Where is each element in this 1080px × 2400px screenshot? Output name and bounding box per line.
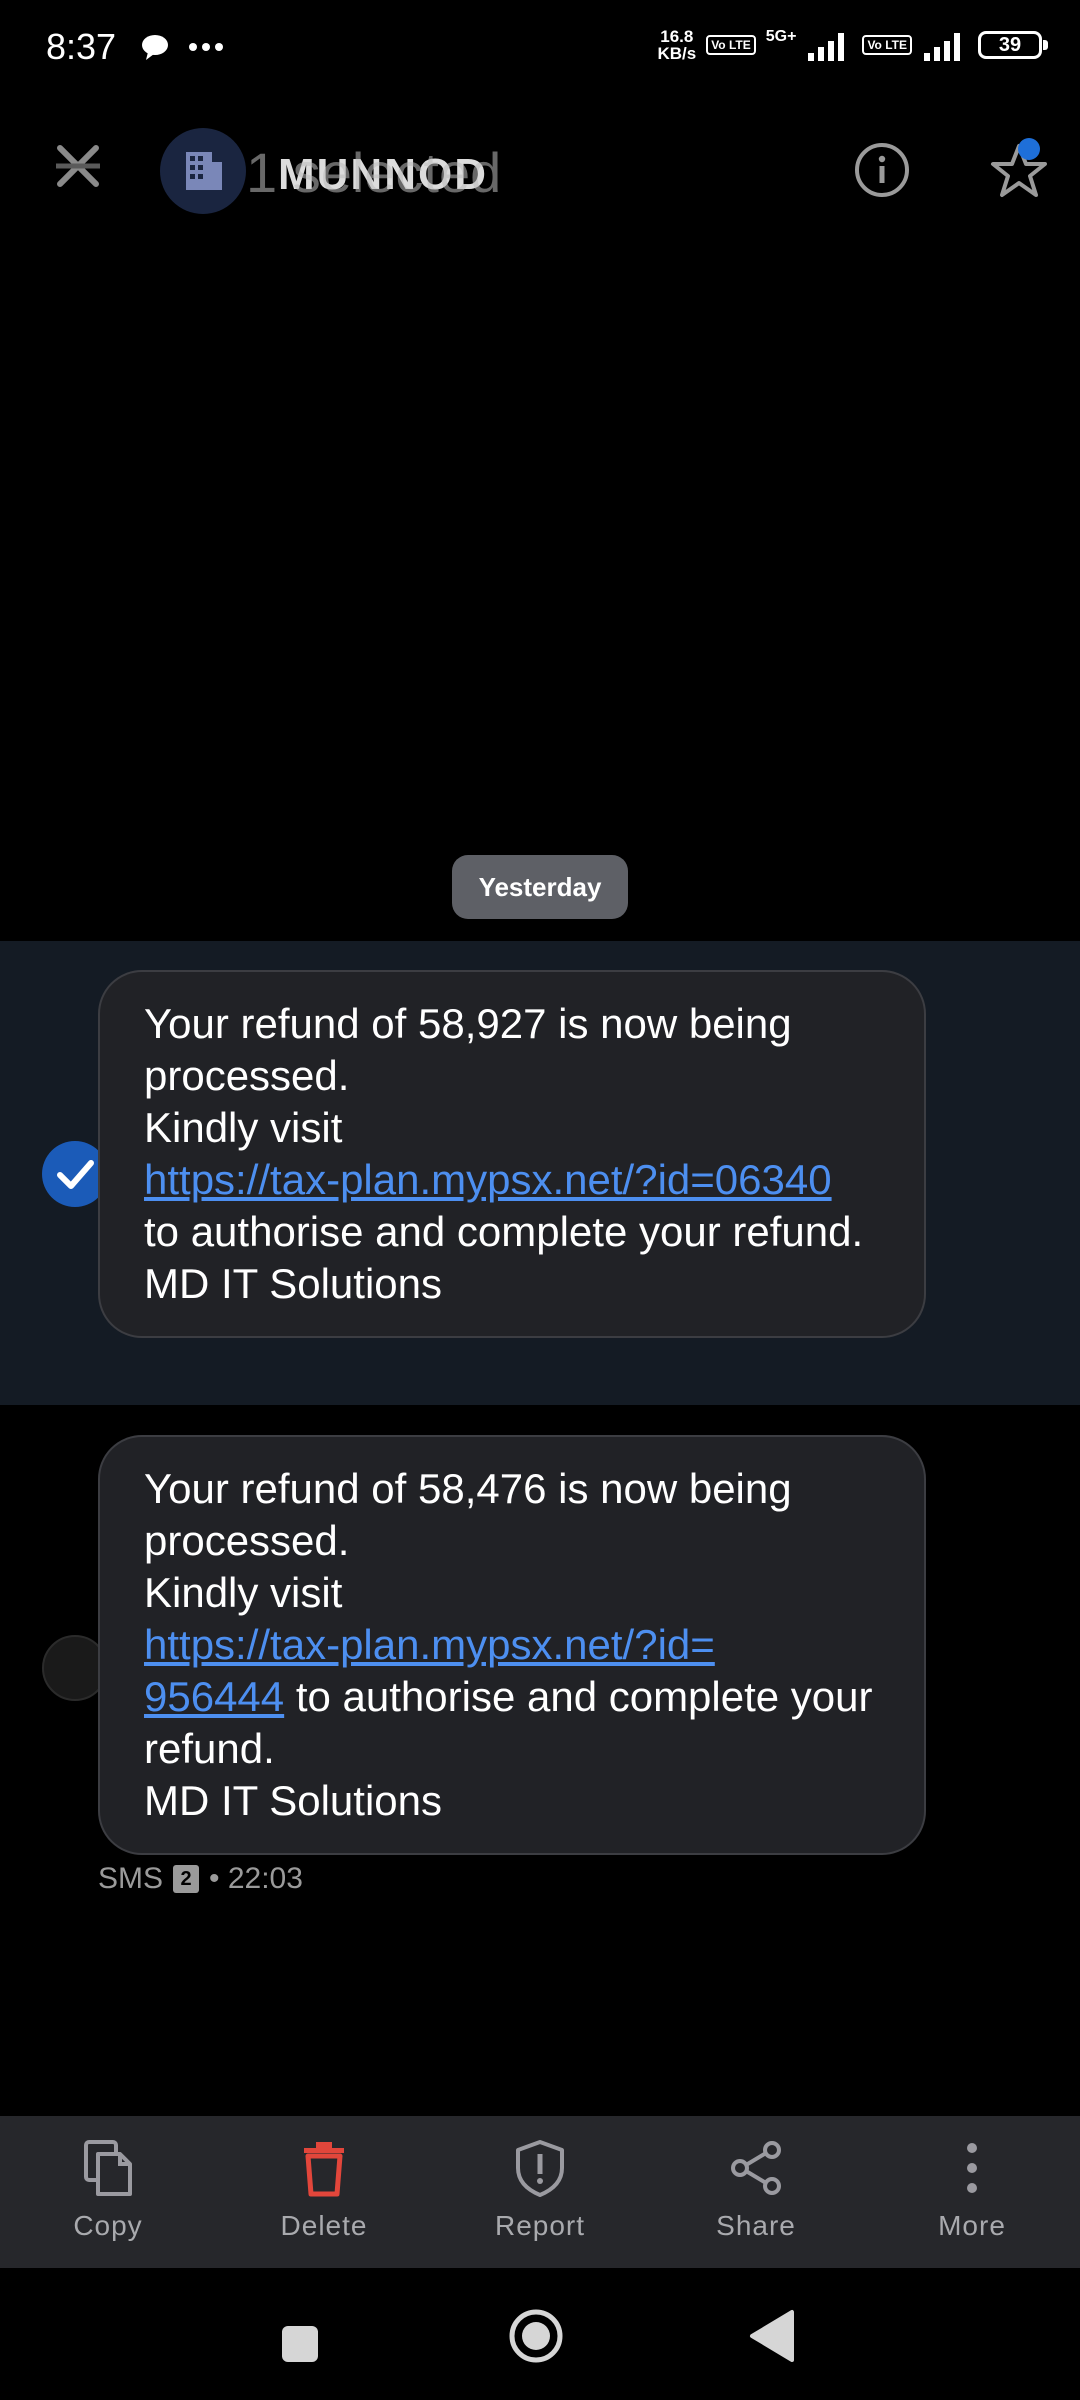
message-time: • 22:03 (209, 1862, 303, 1895)
close-icon[interactable] (42, 130, 114, 202)
message-text: Kindly visit (144, 1104, 343, 1151)
message-row[interactable]: Your refund of 58,476 is now being proce… (0, 1405, 1080, 1865)
report-icon (516, 2140, 564, 2197)
info-icon[interactable] (852, 140, 912, 200)
share-button[interactable]: Share (648, 2116, 864, 2268)
more-button[interactable]: More (864, 2116, 1080, 2268)
share-icon (731, 2141, 781, 2195)
top-app-bar: MUNNOD 1 selected (0, 100, 1080, 240)
status-bar: 8:37 16.8 KB/s Vo LTE 5G+ Vo LTE 39 (0, 0, 1080, 100)
date-divider: Yesterday (452, 855, 628, 919)
signal-icon-2 (924, 33, 960, 61)
status-time: 8:37 (46, 26, 117, 67)
delete-icon (304, 2142, 344, 2197)
battery-level: 39 (998, 34, 1022, 56)
message-signature: MD IT Solutions (144, 1777, 442, 1824)
recents-button[interactable] (282, 2326, 318, 2362)
chat-bubble-icon (142, 35, 168, 60)
more-dots-icon (189, 43, 223, 51)
network-speed-value: 16.8 (660, 27, 694, 46)
delete-button[interactable]: Delete (216, 2116, 432, 2268)
message-text: Your refund of 58,927 is now being proce… (144, 1000, 792, 1099)
message-link-line: https://tax-plan.mypsx.net/?id= (144, 1619, 880, 1671)
message-meta: SMS 2 • 22:03 (98, 1862, 303, 1896)
volte-badge: Vo LTE (706, 35, 756, 55)
copy-icon (84, 2140, 132, 2196)
sim-badge: 2 (173, 1865, 200, 1893)
network-speed: 16.8 KB/s (657, 28, 696, 62)
notification-dot (1018, 138, 1040, 160)
home-button[interactable] (508, 2308, 564, 2364)
bottom-action-bar: Copy Delete Report Share More (0, 2116, 1080, 2268)
share-label: Share (716, 2210, 796, 2241)
delete-label: Delete (280, 2210, 368, 2241)
message-link-cont[interactable]: 956444 (144, 1673, 284, 1720)
copy-label: Copy (73, 2210, 143, 2241)
status-notification-icons (140, 32, 224, 62)
report-button[interactable]: Report (432, 2116, 648, 2268)
message-bubble[interactable]: Your refund of 58,476 is now being proce… (98, 1435, 926, 1855)
signal-icon (808, 33, 845, 61)
back-button[interactable] (746, 2308, 796, 2364)
avatar[interactable] (160, 128, 246, 214)
message-link[interactable]: https://tax-plan.mypsx.net/?id= (144, 1621, 715, 1668)
battery-icon: 39 (978, 31, 1048, 59)
message-text: Kindly visit (144, 1569, 343, 1616)
message-text: to authorise and complete your refund. (144, 1208, 864, 1255)
message-link-line-2: 956444 to authorise and complete your re… (144, 1671, 880, 1775)
network-type: 5G+ (765, 28, 797, 45)
copy-button[interactable]: Copy (0, 2116, 216, 2268)
report-label: Report (494, 2210, 586, 2241)
message-signature: MD IT Solutions (144, 1260, 442, 1307)
message-text: Your refund of 58,476 is now being proce… (144, 1465, 792, 1564)
more-label: More (938, 2210, 1006, 2241)
system-nav-bar (0, 2268, 1080, 2400)
message-bubble[interactable]: Your refund of 58,927 is now being proce… (98, 970, 926, 1338)
more-vert-icon (967, 2143, 977, 2193)
message-link[interactable]: https://tax-plan.mypsx.net/?id=06340 (144, 1156, 832, 1203)
building-avatar-icon (186, 152, 222, 190)
message-type: SMS (98, 1862, 164, 1895)
status-indicators: 16.8 KB/s Vo LTE 5G+ Vo LTE 39 (657, 28, 1048, 62)
volte-badge-2: Vo LTE (862, 35, 912, 55)
message-row-selected[interactable]: Your refund of 58,927 is now being proce… (0, 941, 1080, 1405)
network-speed-unit: KB/s (657, 44, 697, 63)
selection-count: 1 selected (246, 141, 502, 204)
